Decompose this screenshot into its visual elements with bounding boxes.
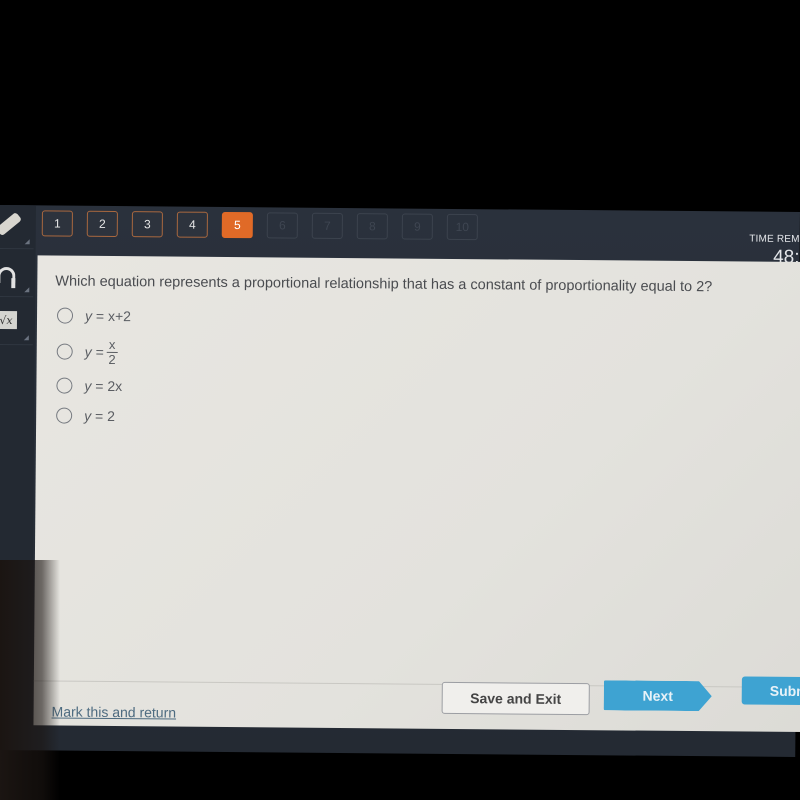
choice-equation: y = x 2 [84,336,118,367]
text-to-speech-button[interactable] [0,252,34,298]
question-4-button[interactable]: 4 [176,211,208,238]
expand-corner-icon [23,335,29,341]
question-1-button[interactable]: 1 [41,210,73,237]
question-5-button[interactable]: 5 [221,211,253,239]
calculator-button[interactable]: √x [0,300,34,346]
radio-button[interactable] [56,407,73,424]
choice-equation: y = 2x [84,377,123,395]
expand-corner-icon [24,239,30,245]
question-3-button[interactable]: 3 [131,211,163,238]
test-screen: √x 1 2 3 4 5 6 7 8 9 10 TIME REM 48: Whi… [0,205,800,757]
choice-equation: y = x+2 [84,307,132,325]
question-panel: Which equation represents a proportional… [33,255,800,733]
choice-equation: y = 2 [84,407,115,425]
radio-button[interactable] [56,377,73,394]
answer-choice[interactable]: y = x+2 [56,304,132,329]
timer-label: TIME REM [749,233,800,245]
answer-choices: y = x+2 y = x 2 y = 2x y = 2 [56,304,131,435]
pencil-tool-button[interactable] [0,205,34,250]
submit-button[interactable]: Submit [741,676,800,706]
question-navigation: 1 2 3 4 5 6 7 8 9 10 [41,210,478,241]
pencil-icon [0,211,23,237]
question-10-button: 10 [446,213,478,241]
radio-button[interactable] [56,307,74,324]
question-9-button: 9 [401,213,433,240]
question-2-button[interactable]: 2 [86,210,118,238]
answer-choice[interactable]: y = 2 [56,403,130,428]
denominator: 2 [108,351,116,367]
question-6-button: 6 [266,212,298,239]
save-and-exit-button[interactable]: Save and Exit [441,681,590,716]
fraction: x 2 [106,336,118,367]
mark-and-return-link[interactable]: Mark this and return [52,703,177,720]
square-root-icon: √x [0,310,18,330]
headphones-icon [0,266,16,284]
answer-choice[interactable]: y = x 2 [56,334,131,371]
radio-button[interactable] [56,343,73,360]
question-8-button: 8 [356,213,388,240]
next-button[interactable]: Next [604,680,712,711]
finger-shadow [0,560,60,800]
expand-corner-icon [24,287,30,293]
numerator: x [106,336,118,353]
answer-choice[interactable]: y = 2x [56,373,130,398]
question-7-button: 7 [311,212,343,239]
question-text: Which equation represents a proportional… [55,273,713,296]
